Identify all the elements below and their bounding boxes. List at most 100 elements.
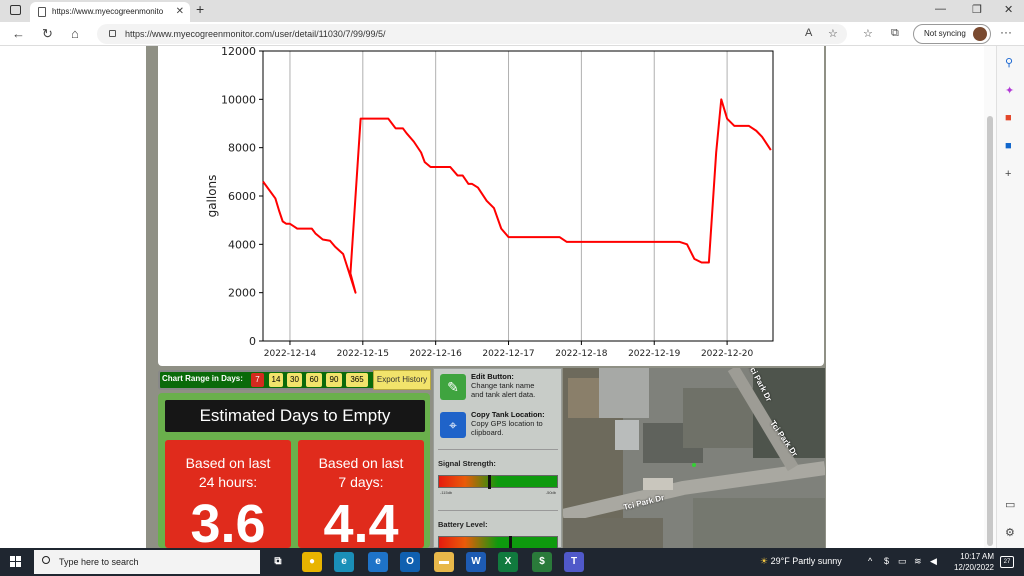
battery-label: Battery Level: — [438, 520, 488, 529]
range-90-button[interactable]: 90 — [326, 373, 342, 387]
volume-icon[interactable]: ◀ — [930, 556, 937, 567]
restore-icon[interactable]: ❐ — [972, 3, 982, 16]
x-tick-label: 2022-12-14 — [264, 349, 317, 359]
add-icon[interactable]: + — [1005, 168, 1011, 180]
location-pin-icon[interactable]: ⌖ — [440, 412, 466, 438]
excel-icon[interactable]: X — [498, 552, 518, 572]
outlook-icon[interactable]: ■ — [1005, 140, 1012, 152]
edit-title: Edit Button: — [471, 372, 514, 381]
edit-button-icon[interactable]: ✎ — [440, 374, 466, 400]
sync-label: Not syncing — [924, 29, 966, 38]
edit-desc-line2: and tank alert data. — [471, 390, 536, 399]
read-aloud-icon[interactable]: A — [805, 27, 812, 39]
settings-icon[interactable]: ⚙ — [1005, 526, 1015, 539]
card-label-line1: Based on last — [185, 455, 271, 471]
money-app-icon[interactable]: $ — [532, 552, 552, 572]
card-label-line2: 24 hours: — [198, 474, 258, 490]
estimate-title: Estimated Days to Empty — [165, 400, 425, 432]
tab-bar: https://www.myecogreenmonito ✕ + — ❐ ✕ — [0, 0, 1024, 22]
windows-taskbar: Type here to search ⧉ ● e e O ▬ W X $ T … — [0, 548, 1024, 576]
weather-text: 29°F Partly sunny — [770, 556, 842, 566]
edit-item: ✎ Edit Button: Change tank name and tank… — [438, 372, 560, 406]
satellite-map[interactable]: Tci Park Dr Tci Park Dr Tci Park Dr — [563, 368, 825, 548]
page-icon — [38, 7, 46, 17]
range-14-button[interactable]: 14 — [269, 373, 283, 387]
discover-icon[interactable]: ✦ — [1005, 84, 1014, 97]
card-label-line2: 7 days: — [338, 474, 384, 490]
file-explorer-icon[interactable]: ▬ — [434, 552, 454, 572]
window-menu-icon[interactable] — [10, 5, 21, 15]
divider — [438, 510, 558, 511]
browser-tab[interactable]: https://www.myecogreenmonito ✕ — [30, 2, 190, 22]
search-icon — [42, 556, 50, 564]
copy-desc-line1: Copy GPS location to — [471, 419, 543, 428]
teams-icon[interactable]: T — [564, 552, 584, 572]
range-60-button[interactable]: 60 — [306, 373, 322, 387]
x-tick-label: 2022-12-18 — [555, 349, 608, 359]
plot-frame — [262, 50, 774, 342]
range-365-button[interactable]: 365 — [346, 373, 368, 387]
favorite-add-icon[interactable]: ☆ — [828, 27, 838, 40]
copy-location-item: ⌖ Copy Tank Location: Copy GPS location … — [438, 410, 560, 444]
y-tick-label: 2000 — [228, 287, 256, 300]
tray-chevron-icon[interactable]: ^ — [868, 556, 872, 566]
close-tab-icon[interactable]: ✕ — [176, 2, 184, 22]
signal-scale-right: -50db — [545, 490, 556, 495]
ie-icon[interactable]: e — [368, 552, 388, 572]
export-history-button[interactable]: Export History — [373, 370, 431, 390]
home-icon[interactable]: ⌂ — [71, 26, 79, 41]
new-tab-icon[interactable]: + — [196, 1, 204, 17]
y-tick-label: 4000 — [228, 238, 256, 251]
range-7-button[interactable]: 7 — [251, 373, 264, 387]
y-tick-label: 10000 — [221, 93, 256, 106]
windows-start-icon[interactable] — [10, 556, 22, 568]
tank-level-chart: 2022-12-14 2022-12-15 2022-12-16 2022-12-17… — [205, 45, 774, 359]
tray-money-icon[interactable]: $ — [884, 556, 889, 566]
series-line — [262, 98, 772, 294]
outlook-app-icon[interactable]: O — [400, 552, 420, 572]
search-icon[interactable]: ⚲ — [1005, 56, 1013, 69]
office-icon[interactable]: ■ — [1005, 112, 1012, 124]
page-scrollbar[interactable] — [984, 46, 996, 548]
url-field[interactable]: https://www.myecogreenmonitor.com/user/d… — [97, 24, 847, 44]
x-tick-label: 2022-12-19 — [628, 349, 681, 359]
x-tick-label: 2022-12-16 — [410, 349, 463, 359]
signal-label: Signal Strength: — [438, 459, 496, 468]
edge-icon[interactable]: e — [334, 552, 354, 572]
taskbar-search-input[interactable]: Type here to search — [34, 550, 260, 574]
collections-icon[interactable]: ⧉ — [891, 27, 899, 40]
x-tick-label: 2022-12-15 — [337, 349, 389, 359]
task-view-icon[interactable]: ⧉ — [268, 552, 288, 572]
signal-meter — [438, 475, 558, 489]
url-text: https://www.myecogreenmonitor.com/user/d… — [125, 29, 386, 39]
estimate-card-7d: Based on last 7 days: 4.4 — [298, 440, 424, 554]
tab-title: https://www.myecogreenmonito — [52, 7, 164, 16]
back-icon[interactable]: ← — [12, 26, 25, 41]
y-tick-label: 0 — [249, 335, 256, 348]
card-value: 4.4 — [323, 494, 399, 554]
weather-icon: ☀ — [760, 556, 769, 566]
word-icon[interactable]: W — [466, 552, 486, 572]
range-30-button[interactable]: 30 — [287, 373, 302, 387]
weather-widget[interactable]: ☀ 29°F Partly sunny — [760, 556, 842, 567]
signal-needle — [488, 475, 492, 489]
close-window-icon[interactable]: ✕ — [1004, 3, 1013, 16]
scrollbar-thumb[interactable] — [987, 116, 993, 546]
profile-sync-button[interactable]: Not syncing — [913, 24, 991, 44]
y-axis-label: gallons — [205, 175, 219, 218]
avatar — [973, 27, 987, 41]
card-label-line1: Based on last — [318, 455, 404, 471]
minimize-icon[interactable]: — — [935, 3, 946, 15]
favorites-icon[interactable]: ☆ — [863, 27, 873, 40]
wifi-icon[interactable]: ≋ — [914, 556, 922, 567]
estimate-card-24h: Based on last 24 hours: 3.6 — [165, 440, 291, 554]
refresh-icon[interactable]: ↻ — [42, 26, 53, 42]
sidebar-toggle-icon[interactable]: ▭ — [1005, 498, 1015, 511]
chrome-icon[interactable]: ● — [302, 552, 322, 572]
tray-meet-icon[interactable]: ▭ — [898, 556, 907, 567]
taskbar-clock[interactable]: 10:17 AM 12/20/2022 — [946, 551, 994, 573]
notification-icon[interactable]: 27 — [1000, 556, 1014, 568]
copy-title: Copy Tank Location: — [471, 410, 545, 419]
x-tick-label: 2022-12-20 — [701, 349, 754, 359]
more-menu-icon[interactable]: ··· — [1000, 25, 1012, 39]
